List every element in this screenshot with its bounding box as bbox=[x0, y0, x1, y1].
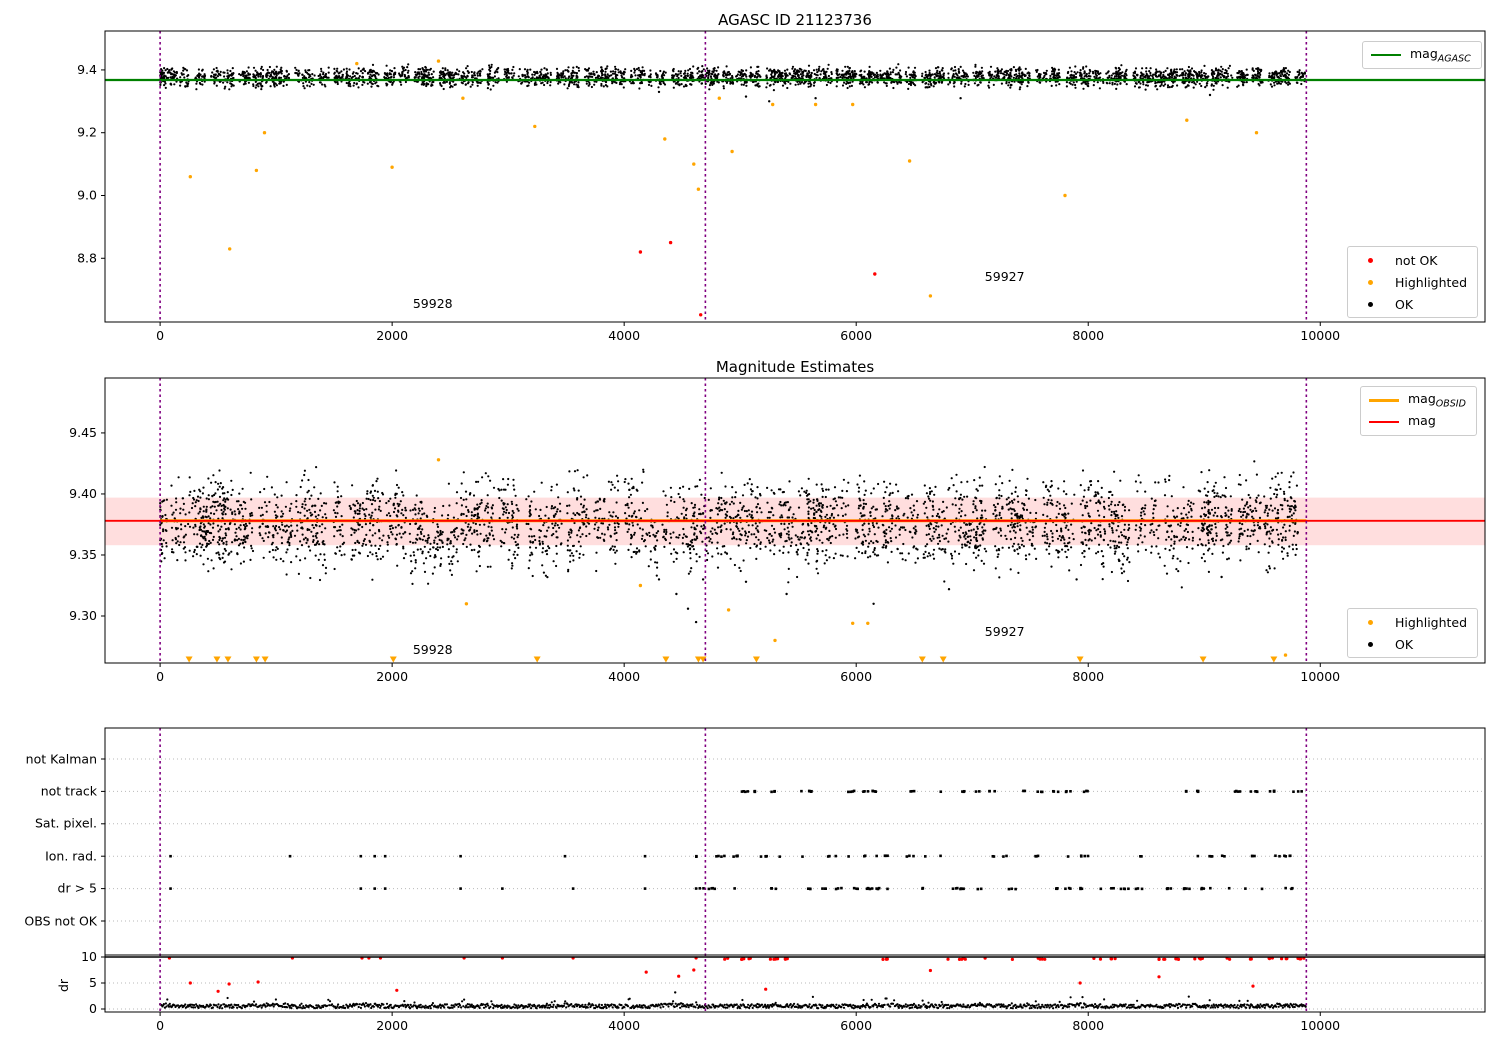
not-ok-marker-sample bbox=[1368, 257, 1373, 263]
top-highlighted-points bbox=[188, 59, 1259, 298]
dr-not-ok-points bbox=[167, 956, 1306, 993]
top-plot-title: AGASC ID 21123736 bbox=[718, 11, 872, 29]
obsid-annotation: 59928 bbox=[412, 642, 453, 658]
legend-entry: magOBSID bbox=[1369, 391, 1466, 409]
legend-label: Highlighted bbox=[1395, 274, 1468, 290]
obsid-annotation: 59928 bbox=[412, 295, 453, 311]
legend-entry: magAGASC bbox=[1371, 46, 1471, 64]
plots-canvas: 0 2000 4000 6000 8000 100000 2000 4000 6000 8000 1… bbox=[69, 30, 1486, 1033]
dr-ok-points bbox=[159, 991, 1307, 1010]
flag-label-not-track: not track bbox=[40, 783, 97, 799]
legend-label: Highlighted bbox=[1395, 614, 1468, 630]
legend-entry: mag bbox=[1369, 413, 1466, 431]
legend-entry: OK bbox=[1356, 635, 1467, 653]
legend-middle-markers[interactable]: Highlighted OK bbox=[1347, 608, 1479, 658]
obsid-annotation: 59927 bbox=[984, 623, 1025, 639]
obsid-annotation: 59927 bbox=[984, 269, 1025, 285]
flag-label-obs-not-ok: OBS not OK bbox=[24, 913, 97, 929]
legend-label: mag bbox=[1408, 412, 1436, 428]
flag-label-dr-gt-5: dr > 5 bbox=[57, 880, 97, 896]
highlighted-marker-sample bbox=[1368, 279, 1373, 285]
ok-marker-sample bbox=[1368, 301, 1373, 307]
mag-obsid-line-sample bbox=[1369, 398, 1399, 402]
gridlines bbox=[105, 758, 1485, 1010]
legend-label: magAGASC bbox=[1410, 45, 1471, 65]
middle-plot-title: Magnitude Estimates bbox=[715, 358, 875, 376]
highlighted-marker-sample bbox=[1368, 619, 1373, 625]
legend-mag-lines[interactable]: magOBSID mag bbox=[1360, 386, 1477, 436]
top-ok-points bbox=[159, 63, 1307, 103]
legend-label: not OK bbox=[1395, 252, 1438, 268]
legend-top-markers[interactable]: not OK Highlighted OK bbox=[1347, 246, 1479, 318]
dr-axis-label: dr bbox=[56, 978, 71, 992]
figure: 0 2000 4000 6000 8000 10000 0 2000 4000 6000 8000 1… bbox=[0, 0, 1500, 1050]
top-not-ok-points bbox=[638, 240, 877, 317]
legend-entry: Highlighted bbox=[1356, 613, 1467, 631]
mag-line-sample bbox=[1369, 421, 1399, 423]
middle-clipped-triangles bbox=[185, 656, 1278, 663]
legend-entry: OK bbox=[1356, 295, 1467, 313]
legend-label: OK bbox=[1395, 636, 1414, 652]
mag-agasc-line-sample bbox=[1371, 54, 1401, 56]
legend-label: OK bbox=[1395, 296, 1414, 312]
legend-label: magOBSID bbox=[1408, 390, 1466, 410]
flag-points bbox=[169, 789, 1303, 891]
ok-marker-sample bbox=[1368, 641, 1373, 647]
flag-label-ion-rad: Ion. rad. bbox=[45, 848, 97, 864]
legend-entry: not OK bbox=[1356, 251, 1467, 269]
flag-label-sat-pixel: Sat. pixel. bbox=[35, 815, 97, 831]
legend-entry: Highlighted bbox=[1356, 273, 1467, 291]
legend-mag-agasc[interactable]: magAGASC bbox=[1362, 41, 1482, 69]
flag-label-not-kalman: not Kalman bbox=[25, 751, 97, 767]
